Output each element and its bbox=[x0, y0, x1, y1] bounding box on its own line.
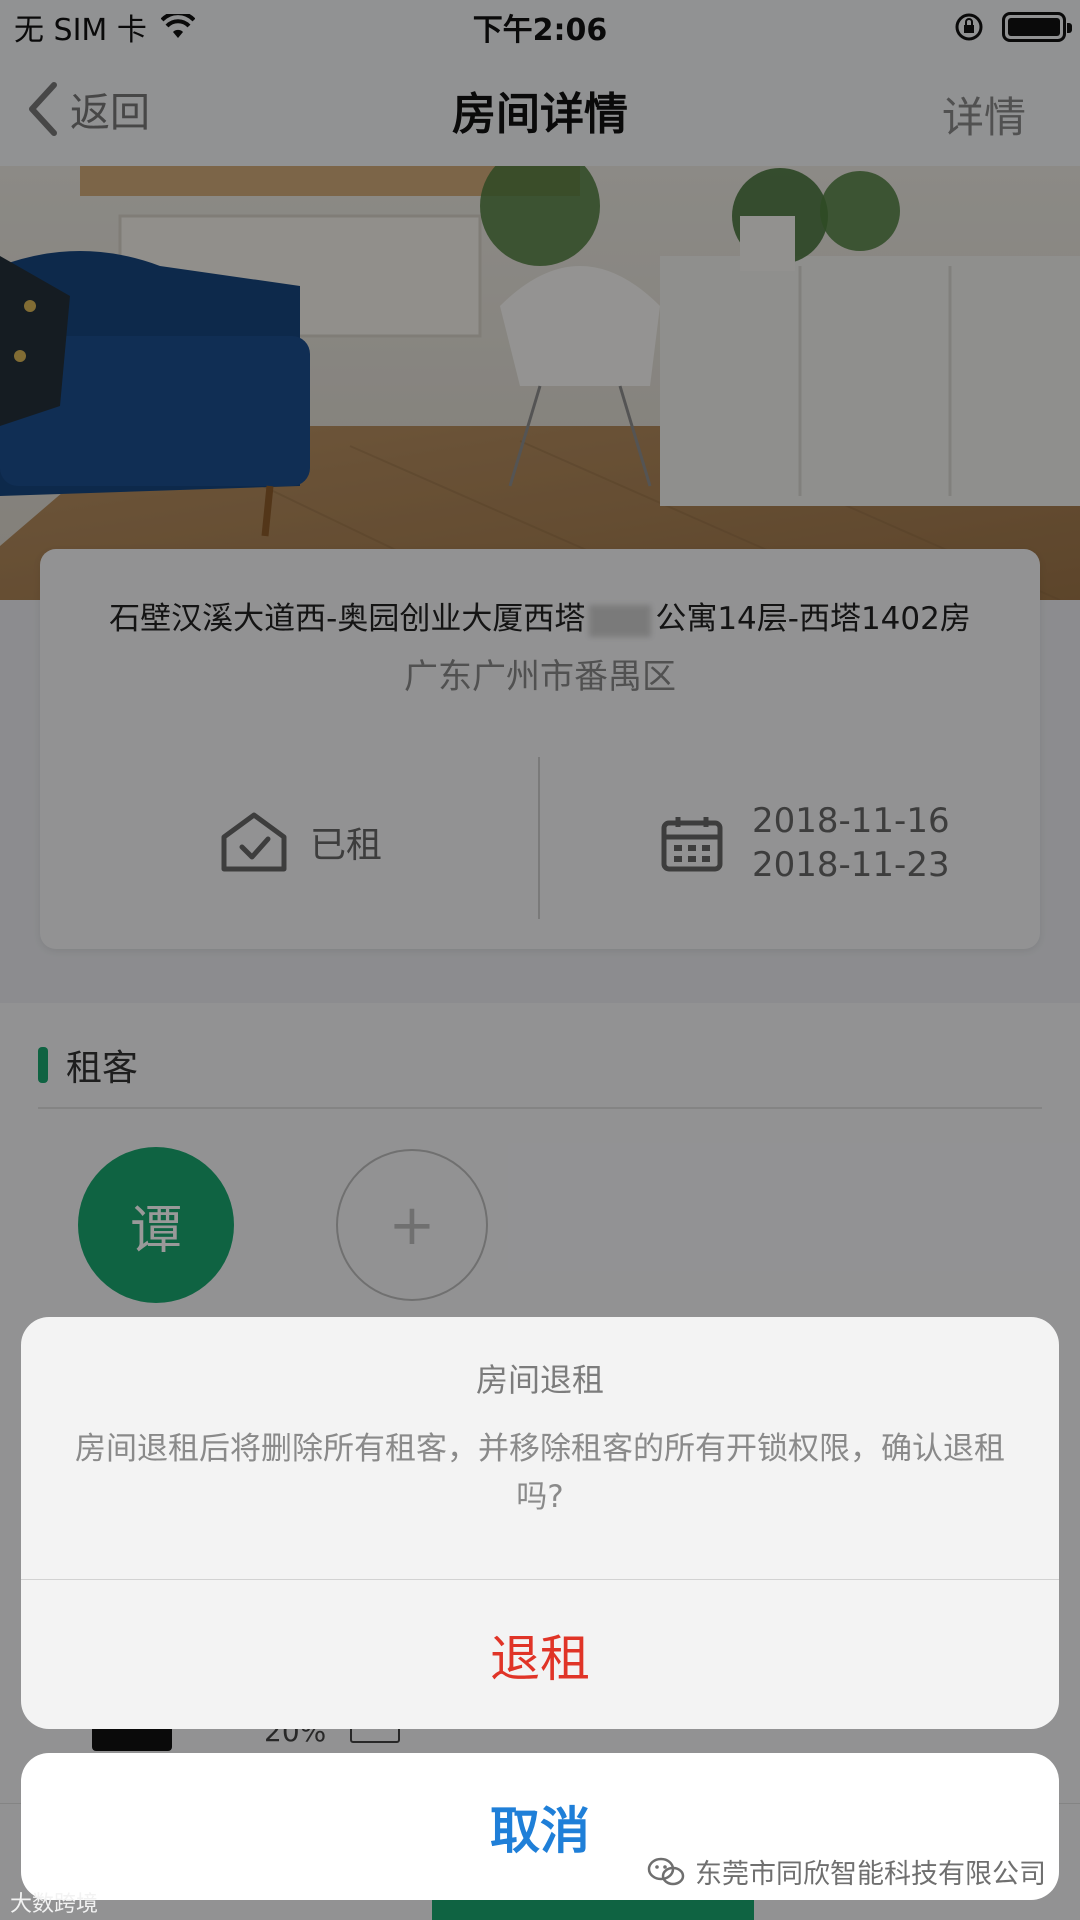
watermark-left: 大数跨境 bbox=[10, 1886, 98, 1918]
sheet-message: 房间退租后将删除所有租客，并移除租客的所有开锁权限，确认退租吗? bbox=[75, 1431, 1005, 1515]
watermark: 东莞市同欣智能科技有限公司 bbox=[647, 1852, 1046, 1891]
sheet-title: 房间退租 bbox=[475, 1361, 604, 1399]
watermark-text: 东莞市同欣智能科技有限公司 bbox=[695, 1859, 1046, 1890]
checkout-action-sheet: 房间退租 房间退租后将删除所有租客，并移除租客的所有开锁权限，确认退租吗? 退租 bbox=[21, 1317, 1059, 1729]
wechat-icon bbox=[647, 1857, 685, 1885]
watermark-left-text: 大数跨境 bbox=[10, 1892, 99, 1917]
confirm-checkout-button[interactable]: 退租 bbox=[21, 1580, 1059, 1729]
